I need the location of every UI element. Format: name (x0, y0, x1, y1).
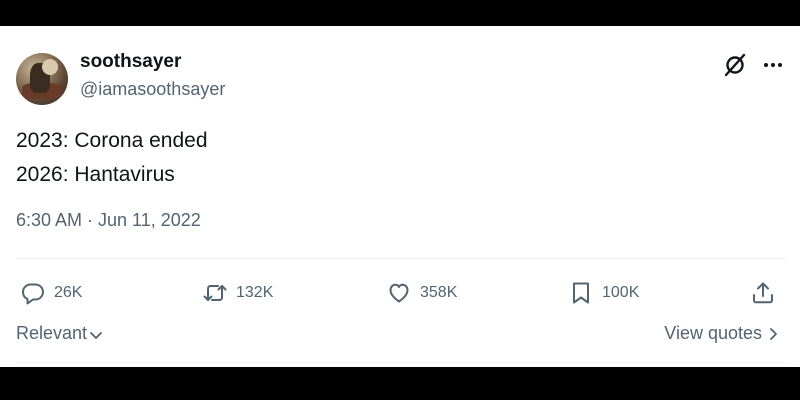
like-button[interactable]: 358K (386, 276, 457, 310)
sort-label: Relevant (16, 323, 88, 343)
chevron-right-icon (770, 328, 777, 340)
repost-button[interactable]: 132K (202, 276, 273, 310)
bookmark-button[interactable]: 100K (568, 276, 639, 310)
action-bar: 26K 132K 358K 100K (0, 276, 800, 310)
top-letterbox (0, 0, 800, 26)
tweet-line: 2026: Hantavirus (16, 163, 175, 186)
like-count: 358K (420, 284, 458, 301)
share-icon (753, 282, 773, 304)
sort-dropdown[interactable]: Relevant (16, 323, 103, 344)
chevron-down-icon (90, 331, 102, 339)
view-quotes-label: View quotes (664, 323, 762, 343)
more-icon[interactable] (760, 52, 786, 78)
tweet-card: soothsayer @iamasoothsayer 2023: Corona … (0, 26, 800, 367)
like-icon (389, 283, 409, 303)
grok-icon[interactable] (722, 52, 748, 78)
bottom-letterbox (0, 367, 800, 400)
avatar[interactable] (16, 53, 68, 105)
tweet-text: 2023: Corona ended 2026: Hantavirus (16, 124, 208, 192)
author-name[interactable]: soothsayer (80, 51, 181, 73)
repost-count: 132K (236, 284, 274, 301)
share-button[interactable] (750, 276, 784, 310)
reply-count: 26K (54, 284, 83, 301)
reply-button[interactable]: 26K (20, 276, 82, 310)
bookmark-count: 100K (602, 284, 640, 301)
reply-icon (22, 283, 44, 305)
view-quotes-link[interactable]: View quotes (664, 323, 780, 344)
tweet-line: 2023: Corona ended (16, 129, 208, 152)
bookmark-icon (573, 282, 589, 304)
tweet-timestamp[interactable]: 6:30 AM · Jun 11, 2022 (16, 210, 201, 231)
repost-icon (203, 285, 227, 301)
author-handle[interactable]: @iamasoothsayer (80, 79, 225, 100)
divider (16, 258, 786, 259)
divider (16, 362, 786, 363)
